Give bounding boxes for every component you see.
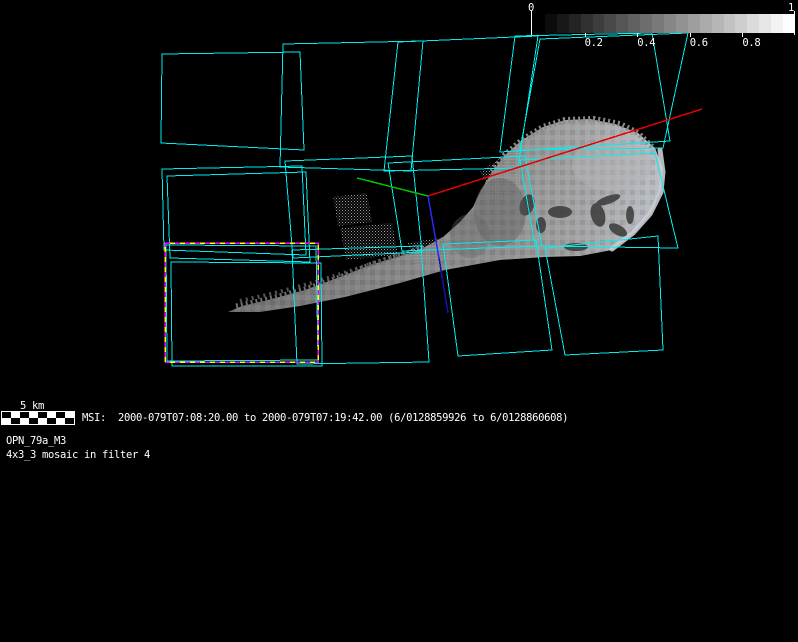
dither-patch [333, 193, 372, 226]
mosaic-canvas [0, 0, 798, 642]
colorbar-step [724, 14, 736, 33]
colorbar-step [533, 14, 545, 33]
colorbar-tick-label: 0.4 [637, 37, 655, 49]
frame-3-1b[interactable] [171, 262, 322, 366]
colorbar-step [652, 14, 664, 33]
scalebar-cell [38, 418, 47, 424]
colorbar-min-label: 0 [525, 1, 537, 15]
colorbar-gradient [533, 14, 795, 33]
scalebar-cell [20, 418, 29, 424]
colorbar-tick-label: 0.2 [585, 37, 603, 49]
colorbar-step [747, 14, 759, 33]
colorbar-step [557, 14, 569, 33]
scalebar-cell [29, 418, 38, 424]
colorbar-step [581, 14, 593, 33]
colorbar-step [593, 14, 605, 33]
colorbar-step [735, 14, 747, 33]
scalebar-cell [2, 418, 11, 424]
scalebar-cell [56, 418, 65, 424]
colorbar-tick-label: 0.8 [742, 37, 760, 49]
colorbar-step [759, 14, 771, 33]
colorbar-step [771, 14, 783, 33]
colorbar-step [628, 14, 640, 33]
frame-2-1b[interactable] [167, 172, 310, 262]
frame-2-1[interactable] [162, 166, 306, 255]
colorbar-tick-label: 0.6 [690, 37, 708, 49]
colorbar-step [712, 14, 724, 33]
scalebar-cell [47, 418, 56, 424]
colorbar-step [664, 14, 676, 33]
colorbar-step [640, 14, 652, 33]
frame-1-2[interactable] [280, 41, 423, 171]
colorbar-step [545, 14, 557, 33]
colorbar-step [604, 14, 616, 33]
scalebar-cell [65, 418, 74, 424]
status-line: MSI: 2000-079T07:08:20.00 to 2000-079T07… [82, 411, 568, 425]
shadow-zone [450, 214, 490, 258]
msi-mosaic-display: 0 1 0.20.40.60.8 5 km MSI: 2000-079T07:0… [0, 0, 798, 642]
colorbar-step [688, 14, 700, 33]
colorbar-step [700, 14, 712, 33]
colorbar-max-label: 1 [786, 1, 796, 15]
scalebar-checker [1, 411, 75, 425]
scalebar-cell [11, 418, 20, 424]
mosaic-description: 4x3_3 mosaic in filter 4 [6, 448, 150, 462]
colorbar-step [616, 14, 628, 33]
colorbar-step [676, 14, 688, 33]
colorbar-step [569, 14, 581, 33]
sequence-id: OPN_79a_M3 [6, 434, 66, 448]
